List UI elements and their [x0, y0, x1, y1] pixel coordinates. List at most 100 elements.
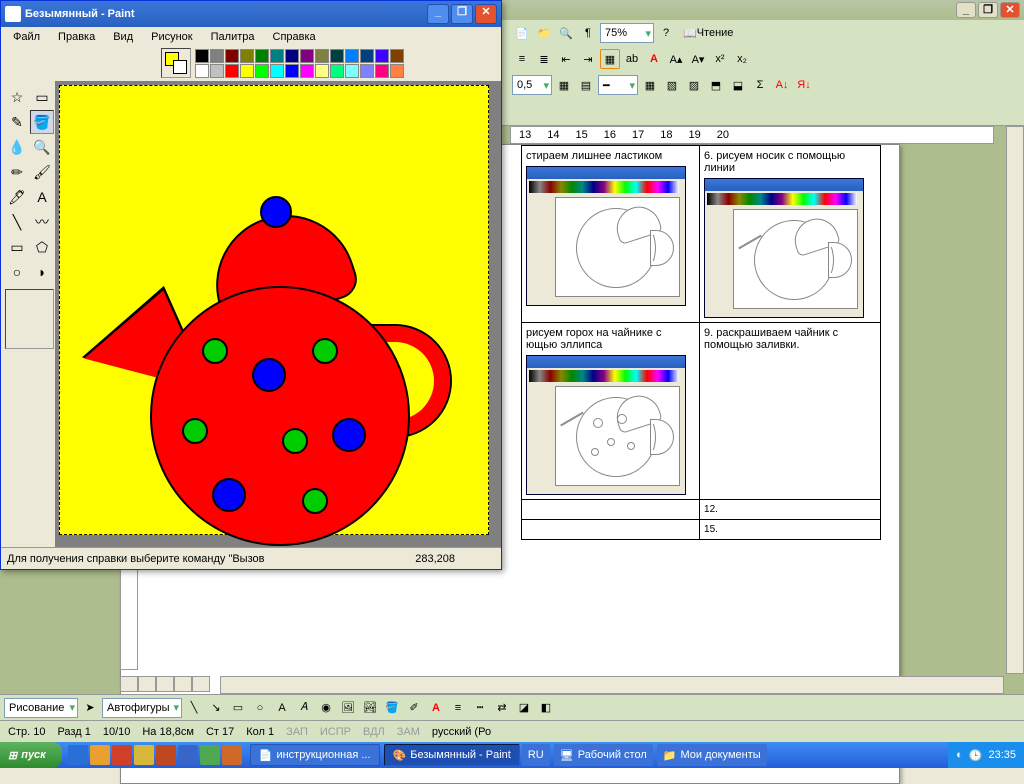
- table-cell[interactable]: 15.: [700, 520, 881, 540]
- palette-color[interactable]: [375, 49, 389, 63]
- line-icon[interactable]: ╲: [184, 698, 204, 718]
- table-cell[interactable]: [522, 520, 700, 540]
- drawing-menu[interactable]: Рисование: [4, 698, 78, 718]
- view-normal-button[interactable]: [120, 676, 138, 692]
- help-icon[interactable]: ?: [656, 23, 676, 43]
- select-arrow-icon[interactable]: ➤: [80, 698, 100, 718]
- word-horizontal-ruler[interactable]: 13 14 15 16 17 18 19 20: [510, 126, 994, 144]
- ql-icon[interactable]: [200, 745, 220, 765]
- table-cell[interactable]: 9. раскрашиваем чайник с помощью заливки…: [700, 323, 881, 500]
- arrow-style-icon[interactable]: ⇄: [492, 698, 512, 718]
- paint-tool[interactable]: 🪣: [30, 110, 54, 134]
- palette-color[interactable]: [300, 49, 314, 63]
- paint-titlebar[interactable]: Безымянный - Paint _ ❐ ✕: [1, 1, 501, 27]
- fill-color-icon[interactable]: 🪣: [382, 698, 402, 718]
- tool-button[interactable]: ▦: [640, 75, 660, 95]
- tool-button[interactable]: 📄: [512, 23, 532, 43]
- textbox-icon[interactable]: A: [272, 698, 292, 718]
- paint-canvas[interactable]: [59, 85, 489, 535]
- paint-maximize-button[interactable]: ❐: [451, 4, 473, 24]
- ql-icon[interactable]: [134, 745, 154, 765]
- menu-view[interactable]: Вид: [105, 29, 141, 45]
- dash-style-icon[interactable]: ┅: [470, 698, 490, 718]
- word-maximize-button[interactable]: ❐: [978, 2, 998, 18]
- paint-tool[interactable]: ▭: [5, 235, 29, 259]
- picture-icon[interactable]: 🏞: [360, 698, 380, 718]
- paint-tool[interactable]: ╲: [5, 210, 29, 234]
- paint-tool[interactable]: 💧: [5, 135, 29, 159]
- palette-color[interactable]: [300, 64, 314, 78]
- palette-color[interactable]: [255, 49, 269, 63]
- menu-edit[interactable]: Правка: [50, 29, 103, 45]
- paint-tool[interactable]: ◗: [30, 260, 54, 284]
- line-weight-icon[interactable]: ≡: [448, 698, 468, 718]
- tool-button[interactable]: ⬒: [706, 75, 726, 95]
- tray-icon[interactable]: 🕒: [969, 749, 983, 762]
- taskbar-desktop-link[interactable]: 🖥 Рабочий стол: [554, 744, 653, 766]
- palette-color[interactable]: [315, 49, 329, 63]
- table-cell[interactable]: 6. рисуем носик с помощью линии: [700, 146, 881, 323]
- view-print-button[interactable]: [156, 676, 174, 692]
- numbered-list-icon[interactable]: ≣: [534, 49, 554, 69]
- palette-color[interactable]: [330, 64, 344, 78]
- sort-asc-icon[interactable]: А↓: [772, 75, 792, 95]
- paint-tool[interactable]: 🖌: [30, 160, 54, 184]
- palette-color[interactable]: [285, 49, 299, 63]
- table-cell[interactable]: 12.: [700, 500, 881, 520]
- ql-icon[interactable]: [112, 745, 132, 765]
- sort-desc-icon[interactable]: Я↓: [794, 75, 814, 95]
- wordart-icon[interactable]: 𝐴: [294, 698, 314, 718]
- menu-palette[interactable]: Палитра: [203, 29, 263, 45]
- paint-minimize-button[interactable]: _: [427, 4, 449, 24]
- palette-color[interactable]: [195, 49, 209, 63]
- paint-tool[interactable]: ▭: [30, 85, 54, 109]
- palette-color[interactable]: [345, 49, 359, 63]
- palette-color[interactable]: [210, 49, 224, 63]
- palette-color[interactable]: [345, 64, 359, 78]
- paint-tool[interactable]: ○: [5, 260, 29, 284]
- shrink-font-icon[interactable]: A▾: [688, 49, 708, 69]
- ql-icon[interactable]: [90, 745, 110, 765]
- tool-button[interactable]: 📁: [534, 23, 554, 43]
- palette-color[interactable]: [225, 64, 239, 78]
- highlight-icon[interactable]: ab: [622, 49, 642, 69]
- paint-tool[interactable]: ☆: [5, 85, 29, 109]
- font-color-icon[interactable]: A: [644, 49, 664, 69]
- list-icon[interactable]: ≡: [512, 49, 532, 69]
- tool-button[interactable]: Σ: [750, 75, 770, 95]
- paint-close-button[interactable]: ✕: [475, 4, 497, 24]
- taskbar-item-paint[interactable]: 🎨 Безымянный - Paint: [384, 744, 520, 766]
- word-horizontal-scrollbar[interactable]: [220, 676, 1004, 694]
- superscript-icon[interactable]: x²: [710, 49, 730, 69]
- palette-color[interactable]: [270, 64, 284, 78]
- tray-clock[interactable]: 23:35: [988, 749, 1016, 761]
- tool-button[interactable]: ▤: [576, 75, 596, 95]
- palette-color[interactable]: [240, 64, 254, 78]
- menu-image[interactable]: Рисунок: [143, 29, 201, 45]
- diagram-icon[interactable]: ◉: [316, 698, 336, 718]
- border-style-combo[interactable]: ━: [598, 75, 638, 95]
- palette-color[interactable]: [390, 64, 404, 78]
- palette-color[interactable]: [240, 49, 254, 63]
- font-color-icon[interactable]: A: [426, 698, 446, 718]
- view-outline-button[interactable]: [174, 676, 192, 692]
- zoom-combo[interactable]: 75%: [600, 23, 654, 43]
- paint-tool[interactable]: ✏: [5, 160, 29, 184]
- indent-decrease-icon[interactable]: ⇤: [556, 49, 576, 69]
- line-spacing-combo[interactable]: 0,5: [512, 75, 552, 95]
- 3d-icon[interactable]: ◧: [536, 698, 556, 718]
- ql-ie-icon[interactable]: [68, 745, 88, 765]
- autoshapes-menu[interactable]: Автофигуры: [102, 698, 182, 718]
- taskbar-mydocs-link[interactable]: 📁 Мои документы: [657, 744, 767, 766]
- paint-tool[interactable]: ✎: [5, 110, 29, 134]
- tool-button[interactable]: ▧: [662, 75, 682, 95]
- palette-color[interactable]: [195, 64, 209, 78]
- tool-button[interactable]: 🔍: [556, 23, 576, 43]
- shadow-icon[interactable]: ◪: [514, 698, 534, 718]
- word-vertical-scrollbar[interactable]: [1006, 126, 1024, 674]
- view-web-button[interactable]: [138, 676, 156, 692]
- palette-color[interactable]: [390, 49, 404, 63]
- palette-color[interactable]: [360, 64, 374, 78]
- start-button[interactable]: ⊞пуск: [0, 742, 62, 768]
- tool-button[interactable]: ⬓: [728, 75, 748, 95]
